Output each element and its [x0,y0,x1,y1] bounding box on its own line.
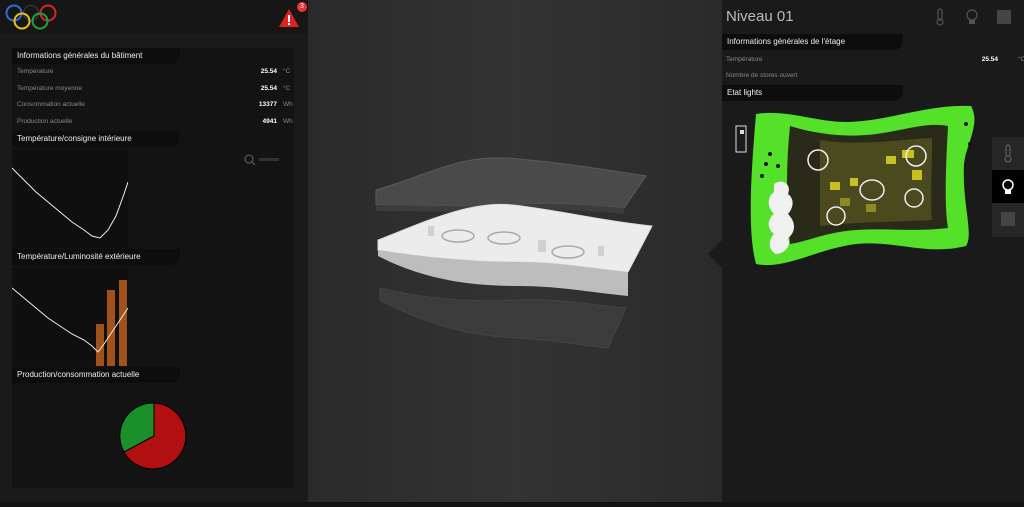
blinds-icon [1001,212,1015,226]
temp-setpoint-line [11,167,129,239]
row-label: Température [17,68,54,75]
building-3d-view[interactable] [308,0,722,502]
thermometer-icon [1004,144,1012,163]
building-temp-row: Température 25.54 °C [17,68,295,75]
row-unit: Wh [283,101,293,108]
level-title: Niveau 01 [726,8,794,25]
upper-floor [375,157,647,209]
alert-count-badge: 3 [297,2,307,12]
building-production-row: Production actuelle 4941 Wh [17,118,295,125]
row-label: Température moyenne [17,85,83,92]
legend-icon [735,125,747,153]
building-floors-3d [375,157,653,349]
row-value: 25.54 [260,68,277,75]
light-on [912,170,922,180]
row-unit: Wh [283,118,293,125]
row-unit: °C [283,85,291,92]
temp-setpoint-heading: Température/consigne intérieure [12,131,180,147]
thermometer-icon[interactable] [932,8,948,26]
production-heading: Production/consommation actuelle [12,367,180,383]
tab-blinds[interactable] [992,203,1024,236]
temp-light-heading: Température/Luminosité extérieure [12,249,180,265]
temp-light-plot [11,280,129,366]
tab-lights[interactable] [992,170,1024,203]
row-label: Température [726,56,763,63]
building-consumption-row: Consommation actuelle 13377 Wh [17,101,295,108]
floor-temp-row: Température 25.54 °C [726,56,1024,63]
building-avg-temp-row: Température moyenne 25.54 °C [17,85,295,92]
lights-heading: Etat lights [722,85,903,101]
alert-icon[interactable] [278,7,300,29]
layer-tabs [992,137,1024,237]
row-unit: °C [283,68,291,75]
row-label: Consommation actuelle [17,101,85,108]
olympic-rings-logo [5,4,57,30]
tab-temperature[interactable] [992,137,1024,170]
lightbulb-icon [1002,179,1014,194]
lightbulb-icon[interactable] [964,8,980,26]
light-on [850,178,858,186]
zoom-icon[interactable] [243,153,287,167]
row-value: 25.54 [981,56,998,63]
light-bar-3 [119,280,127,366]
temp-setpoint-chart [11,150,129,248]
row-label: Production actuelle [17,118,73,125]
row-label: Nombre de stores ouvert [726,72,798,79]
building-info-heading: Informations générales du bâtiment [12,48,180,64]
production-pie-chart [119,402,187,470]
blinds-icon[interactable] [996,8,1012,26]
light-bar-2 [107,290,115,366]
right-panel: Niveau 01 Informations générales de l'ét… [722,0,1024,502]
light-on [866,204,876,212]
row-value: 13377 [258,101,277,108]
lower-floor-reflection [379,287,627,349]
floor-info-heading: Informations générales de l'étage [722,34,903,50]
row-value: 4941 [262,118,277,125]
row-unit: °C [1018,56,1024,63]
floor-plan-lights[interactable] [726,104,986,274]
row-value: 25.54 [260,85,277,92]
light-on [840,198,850,206]
left-panel: 3 Informations générales du bâtiment Tem… [0,0,308,502]
light-on [886,156,896,164]
floor-blinds-row: Nombre de stores ouvert [726,72,1004,79]
temp-light-chart [11,268,129,366]
light-on [830,182,840,190]
panel-pointer [708,240,722,268]
